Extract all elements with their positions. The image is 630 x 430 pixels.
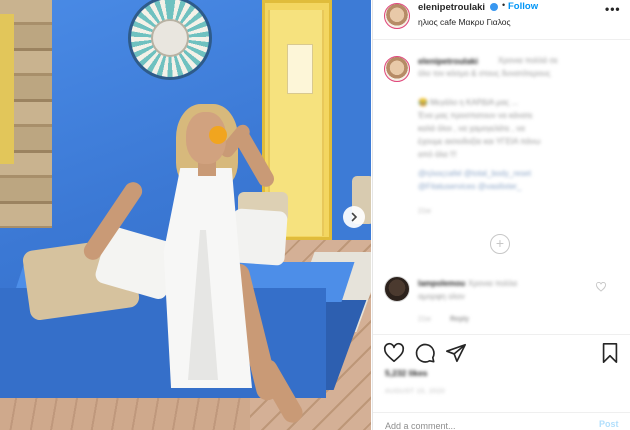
comment-input[interactable] [385,419,575,430]
sun-decoration [128,0,212,80]
post-sidebar: elenipetroulaki • Follow ηλιος cafe Μακρ… [372,0,630,430]
instagram-post-modal: elenipetroulaki • Follow ηλιος cafe Μακρ… [0,0,630,430]
likes-count[interactable]: 5,232 likes [385,368,428,378]
caption-line: Ένα μας προσπατουν να κάνατε [418,111,533,120]
carousel-next-button[interactable] [343,206,365,228]
sun-face [151,19,189,57]
post-photo[interactable] [0,0,371,430]
chevron-right-icon [351,212,358,222]
caption-mentions[interactable]: @Fitatuservices @vasilixter_ [418,181,521,193]
window-shutter [0,14,14,164]
caption-mentions[interactable]: @ηλιοςcafel @total_body_reset [418,168,531,180]
bookmark-icon[interactable] [599,342,621,364]
post-header: elenipetroulaki • Follow ηλιος cafe Μακρ… [373,0,630,40]
caption-line: όλο τον κόσμο & στους δυνατότερους [418,69,551,78]
verified-badge-icon [490,3,498,11]
add-comment-bar: Post [373,412,630,430]
reply-button[interactable]: Reply [450,316,469,323]
orange-fruit [209,126,227,144]
caption-line: έχουμε αισιοδοξία και ΥΓΕΙΑ πάνω [418,137,541,146]
stone-window-frame [0,0,52,228]
avatar[interactable] [384,56,410,82]
comment-username[interactable]: lampolemou [418,279,465,288]
location-link[interactable]: ηλιος cafe Μακρυ Γιαλος [418,17,511,27]
avatar[interactable] [384,3,410,29]
caption-line: 😂 [418,98,428,107]
door-notice [287,44,313,94]
comment-text: αμορφη ολον [418,292,465,301]
comment-like-icon[interactable] [595,282,607,292]
separator: • [502,0,506,10]
caption-timestamp: 21w [418,208,431,215]
comment-icon[interactable] [414,342,436,364]
load-more-comments-button[interactable]: + [490,234,510,254]
commenter-avatar[interactable] [384,276,410,302]
action-bar [373,334,630,370]
comment-timestamp: 21w [418,316,431,323]
more-options-icon[interactable]: ••• [605,2,621,16]
heart-icon[interactable] [383,342,405,364]
follow-button[interactable]: Follow [508,1,538,12]
post-comment-button[interactable]: Post [599,419,619,429]
caption-line: Χρονια πολλά σε [498,56,558,65]
paper-plane-icon[interactable] [445,342,467,364]
caption-line: καλά όλοι , να χαμογελάτε , να [418,124,525,133]
post-date: AUGUST 15, 2020 [385,388,446,395]
username-link[interactable]: elenipetroulaki [418,2,485,13]
comment-text: Χρονια πολλα [468,279,518,288]
caption-username[interactable]: elenipetroulaki [418,56,478,66]
caption-line: από όλα !!! [418,150,457,159]
caption-line: Μεγάλο η ΚΑΡΔΙΑ μας ... [430,98,519,107]
